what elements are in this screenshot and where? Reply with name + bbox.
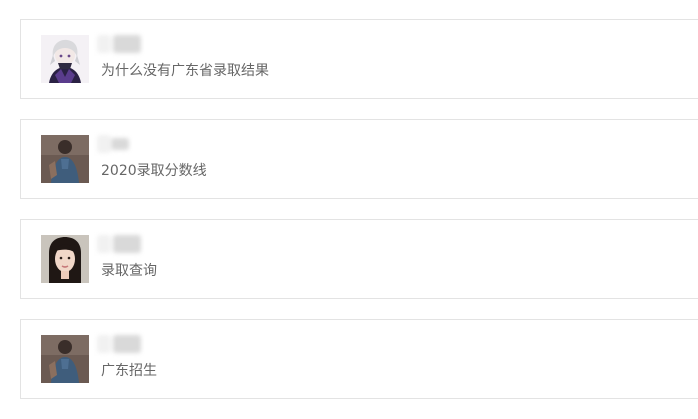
question-card[interactable]: 为什么没有广东省录取结果	[20, 19, 698, 99]
question-card[interactable]: 广东招生	[20, 319, 698, 399]
question-card[interactable]: 录取查询	[20, 219, 698, 299]
question-text[interactable]: 2020录取分数线	[101, 162, 207, 180]
question-text[interactable]: 为什么没有广东省录取结果	[101, 62, 269, 80]
person-photo-avatar[interactable]	[41, 335, 89, 383]
question-text[interactable]: 录取查询	[101, 262, 157, 280]
woman-portrait-avatar[interactable]	[41, 235, 89, 283]
person-photo-avatar[interactable]	[41, 135, 89, 183]
question-list: 为什么没有广东省录取结果 2020录取分数线 录取查询 广东招生	[20, 19, 698, 419]
question-card[interactable]: 2020录取分数线	[20, 119, 698, 199]
anime-character-avatar[interactable]	[41, 35, 89, 83]
question-text[interactable]: 广东招生	[101, 362, 157, 380]
